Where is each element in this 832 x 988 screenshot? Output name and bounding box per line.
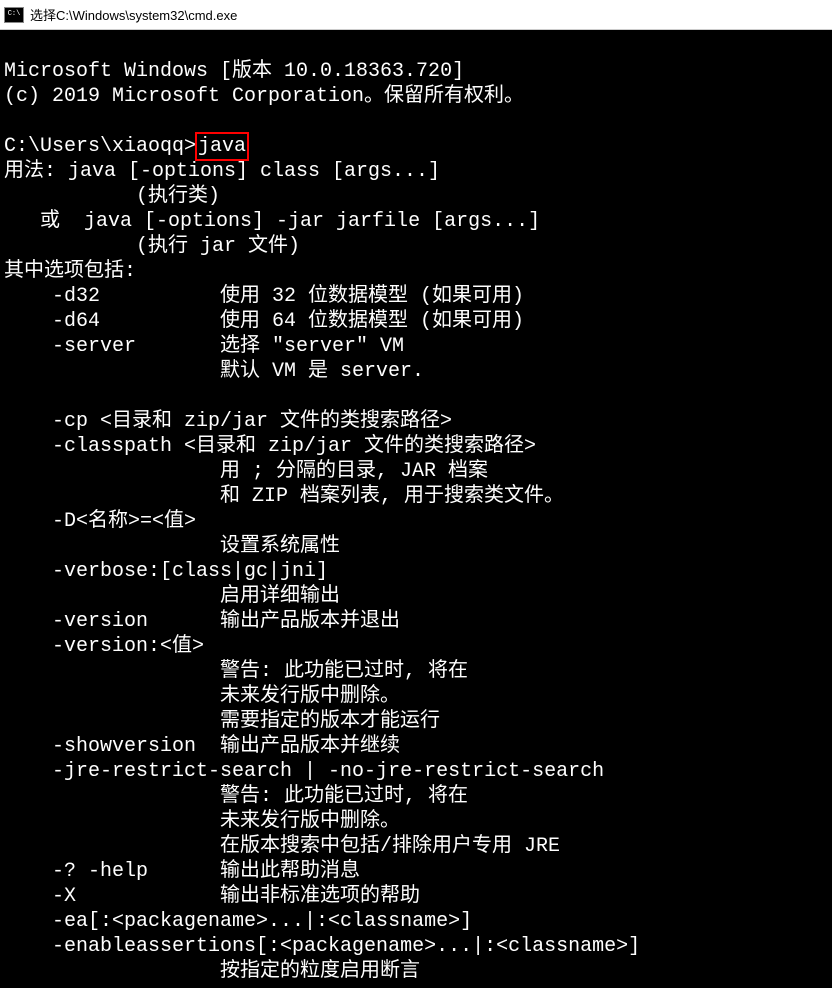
window-title: 选择C:\Windows\system32\cmd.exe [30,5,237,24]
terminal-line: -D<名称>=<值> [4,509,828,534]
terminal-line: 用 ; 分隔的目录, JAR 档案 [4,459,828,484]
terminal-line [4,384,828,409]
terminal-line [4,34,828,59]
terminal-line: -version 输出产品版本并退出 [4,609,828,634]
terminal-line: 设置系统属性 [4,534,828,559]
terminal-line: -showversion 输出产品版本并继续 [4,734,828,759]
terminal-line [4,109,828,134]
highlighted-command: java [195,132,249,161]
terminal-line: (执行 jar 文件) [4,234,828,259]
terminal-line: -enableassertions[:<packagename>...|:<cl… [4,934,828,959]
terminal-line: (执行类) [4,184,828,209]
terminal-line: 用法: java [-options] class [args...] [4,159,828,184]
terminal-line: -ea[:<packagename>...|:<classname>] [4,909,828,934]
terminal-line: 未来发行版中删除。 [4,684,828,709]
terminal-line: C:\Users\xiaoqq>java [4,134,828,159]
terminal-line: -server 选择 "server" VM [4,334,828,359]
terminal-line: -X 输出非标准选项的帮助 [4,884,828,909]
terminal-line: -classpath <目录和 zip/jar 文件的类搜索路径> [4,434,828,459]
terminal-line: -? -help 输出此帮助消息 [4,859,828,884]
terminal-line: 在版本搜索中包括/排除用户专用 JRE [4,834,828,859]
terminal-line: 默认 VM 是 server. [4,359,828,384]
terminal-line: 或 java [-options] -jar jarfile [args...] [4,209,828,234]
terminal-line: 未来发行版中删除。 [4,809,828,834]
terminal-line: 启用详细输出 [4,584,828,609]
prompt-text: C:\Users\xiaoqq> [4,135,196,158]
window-titlebar[interactable]: 选择C:\Windows\system32\cmd.exe [0,0,832,30]
terminal-line: 需要指定的版本才能运行 [4,709,828,734]
terminal-line: (c) 2019 Microsoft Corporation。保留所有权利。 [4,84,828,109]
terminal-line: -d32 使用 32 位数据模型 (如果可用) [4,284,828,309]
terminal-line: 警告: 此功能已过时, 将在 [4,784,828,809]
terminal-line: Microsoft Windows [版本 10.0.18363.720] [4,59,828,84]
cmd-icon [4,7,24,23]
terminal-line: 其中选项包括: [4,259,828,284]
terminal-line: 警告: 此功能已过时, 将在 [4,659,828,684]
terminal-line: -d64 使用 64 位数据模型 (如果可用) [4,309,828,334]
terminal-output[interactable]: Microsoft Windows [版本 10.0.18363.720](c)… [0,30,832,988]
terminal-line: 按指定的粒度启用断言 [4,959,828,984]
terminal-line: -version:<值> [4,634,828,659]
terminal-line: -cp <目录和 zip/jar 文件的类搜索路径> [4,409,828,434]
terminal-line: -jre-restrict-search | -no-jre-restrict-… [4,759,828,784]
terminal-line: -verbose:[class|gc|jni] [4,559,828,584]
terminal-line: 和 ZIP 档案列表, 用于搜索类文件。 [4,484,828,509]
